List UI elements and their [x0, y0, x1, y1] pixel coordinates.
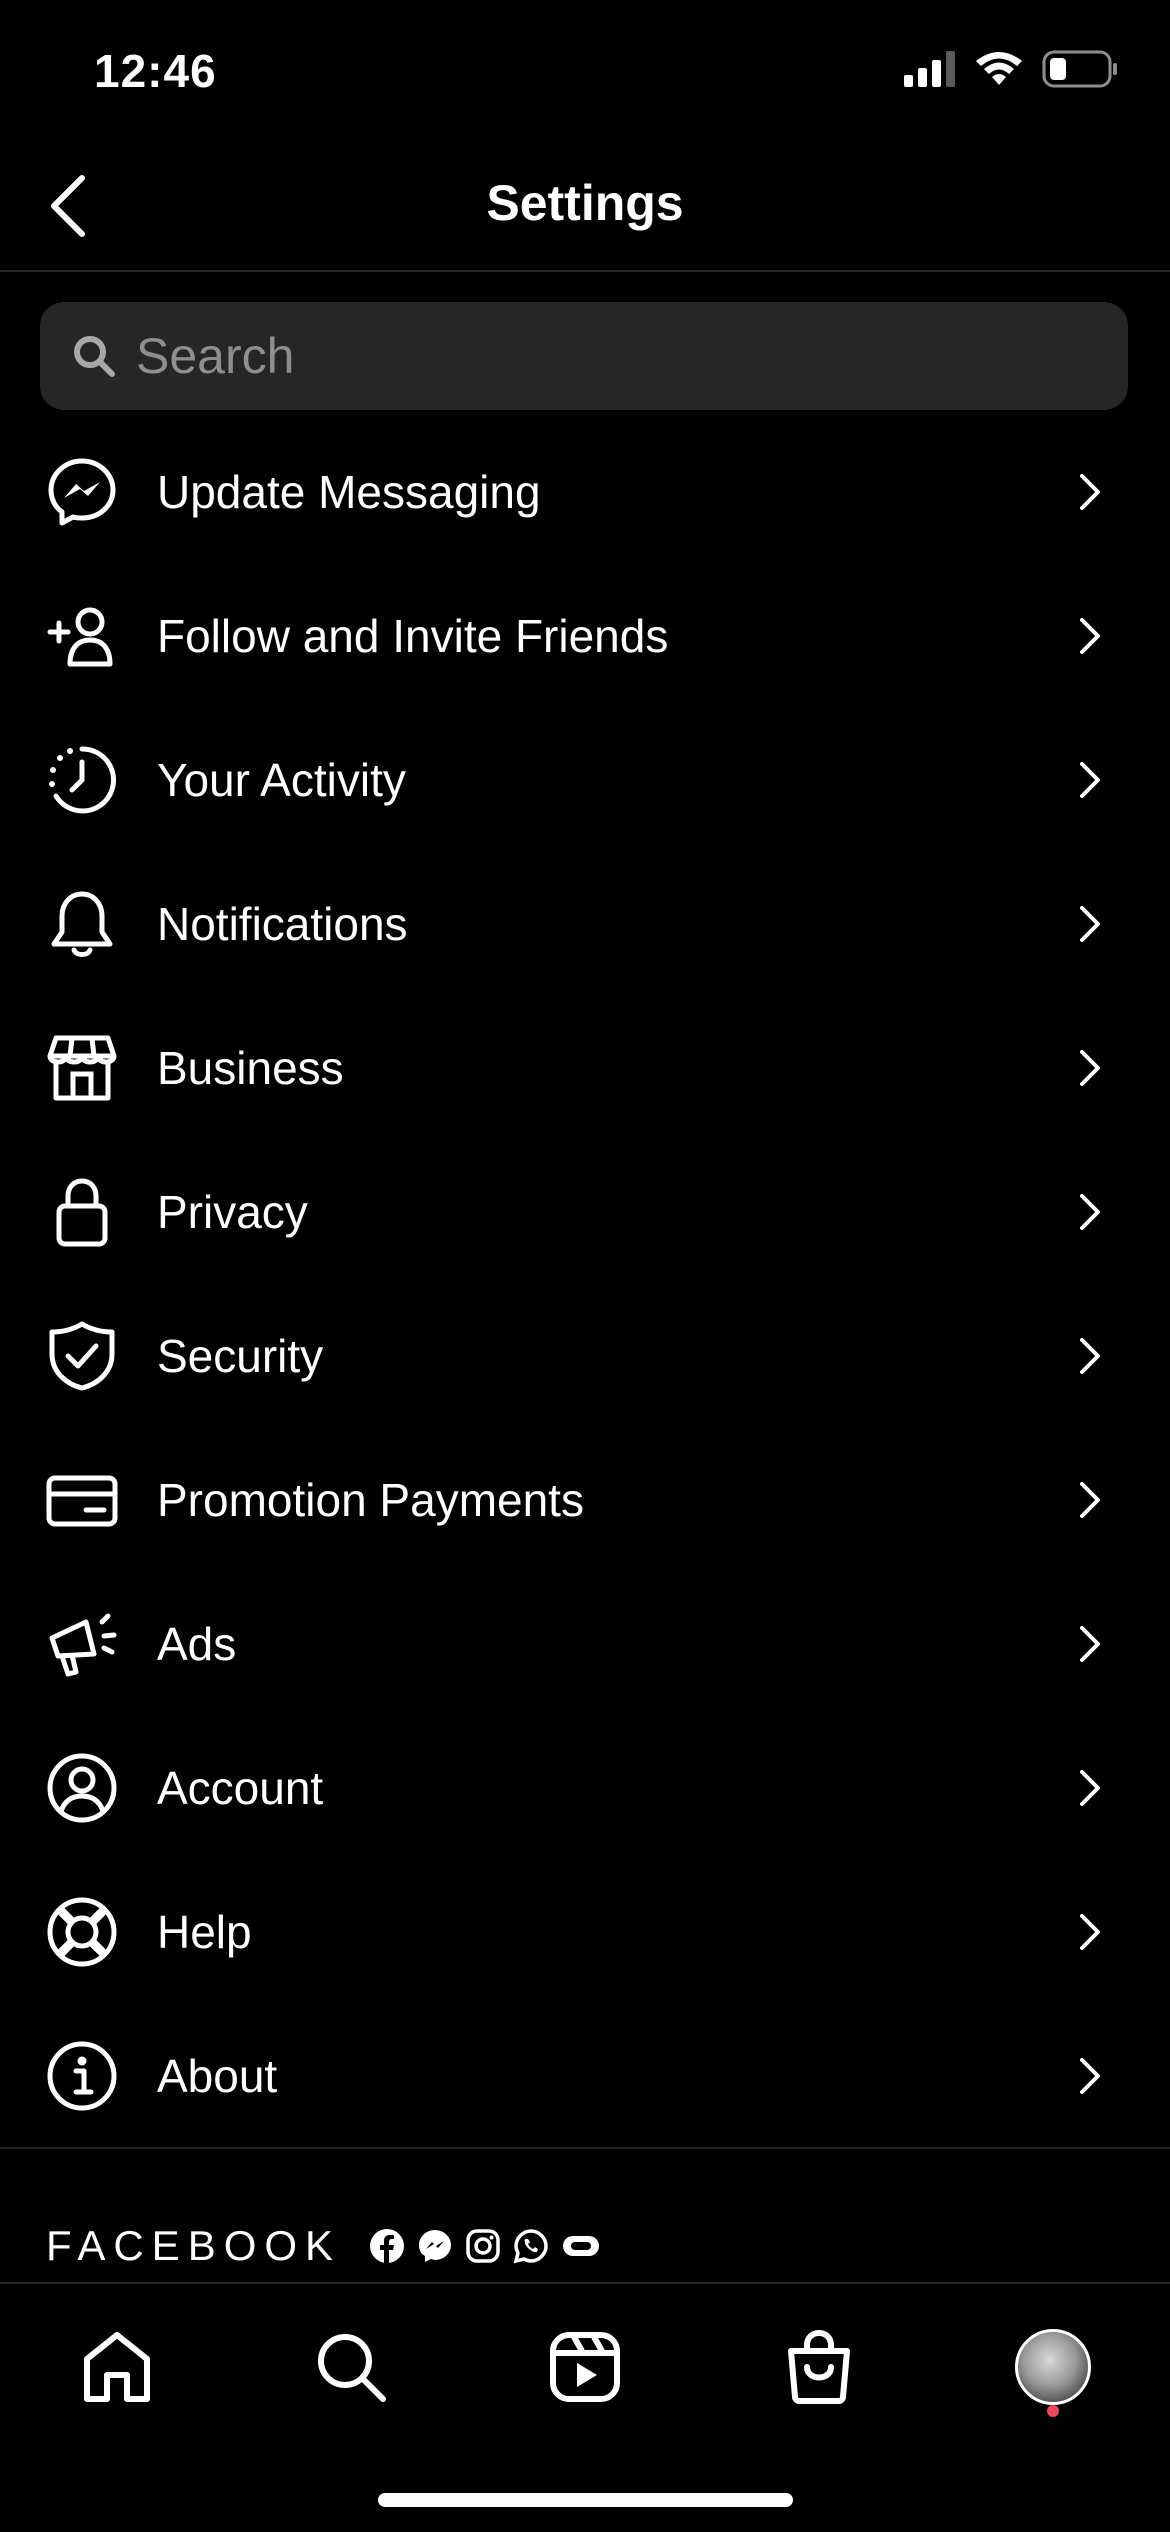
menu-item-label: Ads [157, 1618, 237, 1670]
search-icon [318, 2334, 386, 2402]
menu-item-label: Security [157, 1330, 324, 1382]
menu-item-security[interactable]: Security [0, 1284, 1170, 1428]
menu-item-account[interactable]: Account [0, 1716, 1170, 1860]
menu-item-update-messaging[interactable]: Update Messaging [0, 420, 1170, 564]
lifebuoy-icon [46, 1896, 118, 1968]
status-time: 12:46 [94, 45, 217, 97]
menu-item-your-activity[interactable]: Your Activity [0, 708, 1170, 852]
reels-icon [550, 2332, 620, 2402]
facebook-app-icons [369, 2228, 601, 2264]
shop-icon [788, 2329, 850, 2404]
menu-item-label: About [157, 2050, 278, 2102]
chevron-right-icon [1080, 1770, 1100, 1806]
bell-icon [46, 888, 118, 960]
menu-item-promotion-payments[interactable]: Promotion Payments [0, 1428, 1170, 1572]
tab-search[interactable] [306, 2322, 396, 2412]
megaphone-icon [46, 1608, 118, 1680]
menu-item-label: Business [157, 1042, 344, 1094]
search-icon [74, 336, 115, 377]
chevron-right-icon [1080, 1482, 1100, 1518]
activity-clock-icon [46, 744, 118, 816]
menu-item-label: Privacy [157, 1186, 308, 1238]
wifi-icon [976, 52, 1022, 85]
settings-screen: 12:46 Settings Search Update Messaging F… [0, 0, 1170, 2532]
messenger-icon [419, 2230, 452, 2262]
messenger-icon [46, 456, 118, 528]
menu-item-label: Follow and Invite Friends [157, 610, 669, 662]
menu-item-notifications[interactable]: Notifications [0, 852, 1170, 996]
instagram-icon [466, 2229, 500, 2263]
menu-item-label: Promotion Payments [157, 1474, 584, 1526]
profile-notification-dot [1047, 2405, 1059, 2417]
chevron-right-icon [1080, 2058, 1100, 2094]
chevron-right-icon [1080, 1338, 1100, 1374]
profile-avatar [1015, 2329, 1091, 2405]
add-person-icon [46, 600, 118, 672]
chevron-right-icon [1080, 474, 1100, 510]
menu-item-help[interactable]: Help [0, 1860, 1170, 2004]
tab-reels[interactable] [540, 2322, 630, 2412]
menu-item-business[interactable]: Business [0, 996, 1170, 1140]
facebook-icon [370, 2229, 405, 2263]
menu-item-privacy[interactable]: Privacy [0, 1140, 1170, 1284]
battery-icon [1042, 50, 1117, 88]
tab-home[interactable] [72, 2322, 162, 2412]
menu-item-label: Help [157, 1906, 252, 1958]
facebook-brand-row: FACEBOOK [46, 2222, 601, 2270]
chevron-right-icon [1080, 762, 1100, 798]
menu-item-label: Your Activity [157, 754, 406, 806]
credit-card-icon [46, 1464, 118, 1536]
status-bar: 12:46 [0, 0, 1170, 140]
menu-item-ads[interactable]: Ads [0, 1572, 1170, 1716]
menu-item-follow-invite[interactable]: Follow and Invite Friends [0, 564, 1170, 708]
chevron-right-icon [1080, 1194, 1100, 1230]
whatsapp-icon [513, 2229, 548, 2264]
status-icons [904, 50, 1118, 88]
lock-icon [46, 1176, 118, 1248]
user-circle-icon [46, 1752, 118, 1824]
search-input[interactable] [136, 302, 1128, 410]
home-icon [84, 2332, 150, 2402]
tab-profile[interactable] [1008, 2322, 1098, 2412]
facebook-wordmark: FACEBOOK [46, 2222, 342, 2269]
page-title: Settings [486, 175, 684, 231]
chevron-right-icon [1080, 1050, 1100, 1086]
menu-item-label: Update Messaging [157, 466, 541, 518]
portal-icon [563, 2236, 600, 2256]
menu-item-label: Account [157, 1762, 324, 1814]
chevron-right-icon [1080, 906, 1100, 942]
chevron-right-icon [1080, 1626, 1100, 1662]
menu-item-label: Notifications [157, 898, 408, 950]
section-divider [0, 2147, 1170, 2149]
home-indicator [378, 2493, 793, 2507]
info-icon [46, 2040, 118, 2112]
search-box[interactable] [40, 302, 1128, 410]
tab-shop[interactable] [774, 2322, 864, 2412]
shield-check-icon [46, 1320, 118, 1392]
chevron-right-icon [1080, 618, 1100, 654]
cellular-signal-icon [904, 51, 955, 87]
chevron-right-icon [1080, 1914, 1100, 1950]
storefront-icon [46, 1032, 118, 1104]
menu-item-about[interactable]: About [0, 2004, 1170, 2148]
header: Settings [0, 140, 1170, 272]
settings-menu: Update Messaging Follow and Invite Frien… [0, 420, 1170, 2148]
